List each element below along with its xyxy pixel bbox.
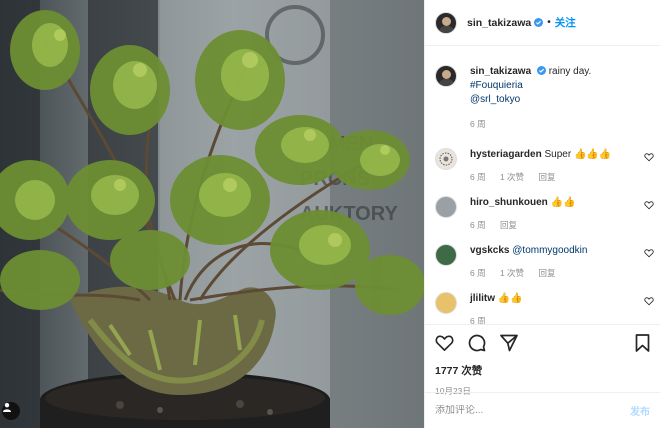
caption-avatar[interactable] (435, 65, 457, 87)
commenter-avatar[interactable] (435, 196, 457, 218)
bookmark-icon[interactable] (635, 334, 650, 352)
comment-meta: 6 周 1 次赞 回复 (470, 266, 587, 280)
caption-body: sin_takizawa rainy day. #Fouquieria @srl… (470, 65, 591, 131)
follow-button[interactable]: 关注 (555, 15, 576, 30)
caption-age[interactable]: 6 周 (470, 119, 486, 129)
commenter-username[interactable]: vgskcks (470, 245, 509, 256)
commenter-username[interactable]: hysteriagarden (470, 149, 542, 160)
comment-reply-button[interactable]: 回复 (538, 172, 555, 182)
post-comment-button[interactable]: 发布 (630, 403, 650, 418)
user-tag-icon[interactable] (2, 402, 20, 420)
comment-age[interactable]: 6 周 (470, 316, 486, 324)
post-photo[interactable]: EGMEN PRCNS AUKTORY (0, 0, 424, 428)
comment-likes[interactable]: 1 次赞 (500, 268, 524, 278)
commenter-avatar[interactable] (435, 148, 457, 170)
comment-age[interactable]: 6 周 (470, 172, 486, 182)
comments-list[interactable]: sin_takizawa rainy day. #Fouquieria @srl… (425, 47, 660, 324)
post-header: sin_takizawa • 关注 (425, 0, 660, 46)
comment-text: 👍👍 (497, 293, 523, 304)
caption-meta: 6 周 (470, 117, 591, 131)
comment-reply-button[interactable]: 回复 (538, 268, 555, 278)
like-count[interactable]: 1777 次赞 (435, 363, 650, 378)
post-detail-panel: sin_takizawa • 关注 sin_takizawa rainy day… (424, 0, 660, 428)
comment-composer: 发布 (425, 392, 660, 428)
caption-hashtag[interactable]: #Fouquieria (470, 80, 523, 91)
comment-text: Super 👍👍👍 (544, 149, 612, 160)
comment-meta: 6 周 回复 (470, 218, 575, 232)
comment-body: hiro_shunkouen 👍👍 6 周 回复 (470, 196, 575, 232)
comment-body: jlilitw 👍👍 6 周 (470, 292, 523, 324)
comment-meta: 6 周 (470, 314, 523, 324)
caption-text: rainy day. (548, 66, 592, 77)
comment-like-heart-icon[interactable] (644, 200, 654, 210)
comment-meta: 6 周 1 次赞 回复 (470, 170, 611, 184)
plant-photo-illustration: EGMEN PRCNS AUKTORY (0, 0, 424, 428)
comment-body: hysteriagarden Super 👍👍👍 6 周 1 次赞 回复 (470, 148, 611, 184)
commenter-username[interactable]: hiro_shunkouen (470, 197, 548, 208)
author-username[interactable]: sin_takizawa (467, 17, 531, 29)
commenter-avatar[interactable] (435, 244, 457, 266)
comment-age[interactable]: 6 周 (470, 268, 486, 278)
comment-like-heart-icon[interactable] (644, 152, 654, 162)
person-icon (3, 403, 11, 412)
comment-like-heart-icon[interactable] (644, 248, 654, 258)
verified-badge-icon (536, 66, 546, 75)
comment-icon[interactable] (468, 334, 486, 352)
comment-age[interactable]: 6 周 (470, 220, 486, 230)
verified-badge-icon (534, 18, 544, 27)
comment-like-heart-icon[interactable] (644, 296, 654, 306)
comment-likes[interactable]: 1 次赞 (500, 172, 524, 182)
comment-body: vgskcks @tommygoodkin 6 周 1 次赞 回复 (470, 244, 587, 280)
comment-mention[interactable]: @tommygoodkin (512, 245, 587, 256)
flower-avatar-icon (439, 152, 453, 166)
commenter-username[interactable]: jlilitw (470, 293, 495, 304)
comment-item: vgskcks @tommygoodkin 6 周 1 次赞 回复 (435, 244, 654, 280)
caption: sin_takizawa rainy day. #Fouquieria @srl… (435, 65, 650, 131)
commenter-avatar[interactable] (435, 292, 457, 314)
caption-username[interactable]: sin_takizawa (470, 66, 531, 77)
action-icons (435, 333, 650, 353)
add-comment-input[interactable] (435, 405, 630, 416)
comment-item: hiro_shunkouen 👍👍 6 周 回复 (435, 196, 654, 232)
comment-text: 👍👍 (550, 197, 576, 208)
comment-item: jlilitw 👍👍 6 周 (435, 292, 654, 324)
share-send-icon[interactable] (500, 334, 518, 352)
comment-item: hysteriagarden Super 👍👍👍 6 周 1 次赞 回复 (435, 148, 654, 184)
post-actions: 1777 次赞 10月23日 (425, 324, 660, 397)
separator-dot: • (547, 17, 551, 28)
author-avatar[interactable] (435, 11, 457, 34)
comment-reply-button[interactable]: 回复 (500, 220, 517, 230)
like-heart-icon[interactable] (435, 334, 454, 352)
caption-mention[interactable]: @srl_tokyo (470, 94, 520, 105)
